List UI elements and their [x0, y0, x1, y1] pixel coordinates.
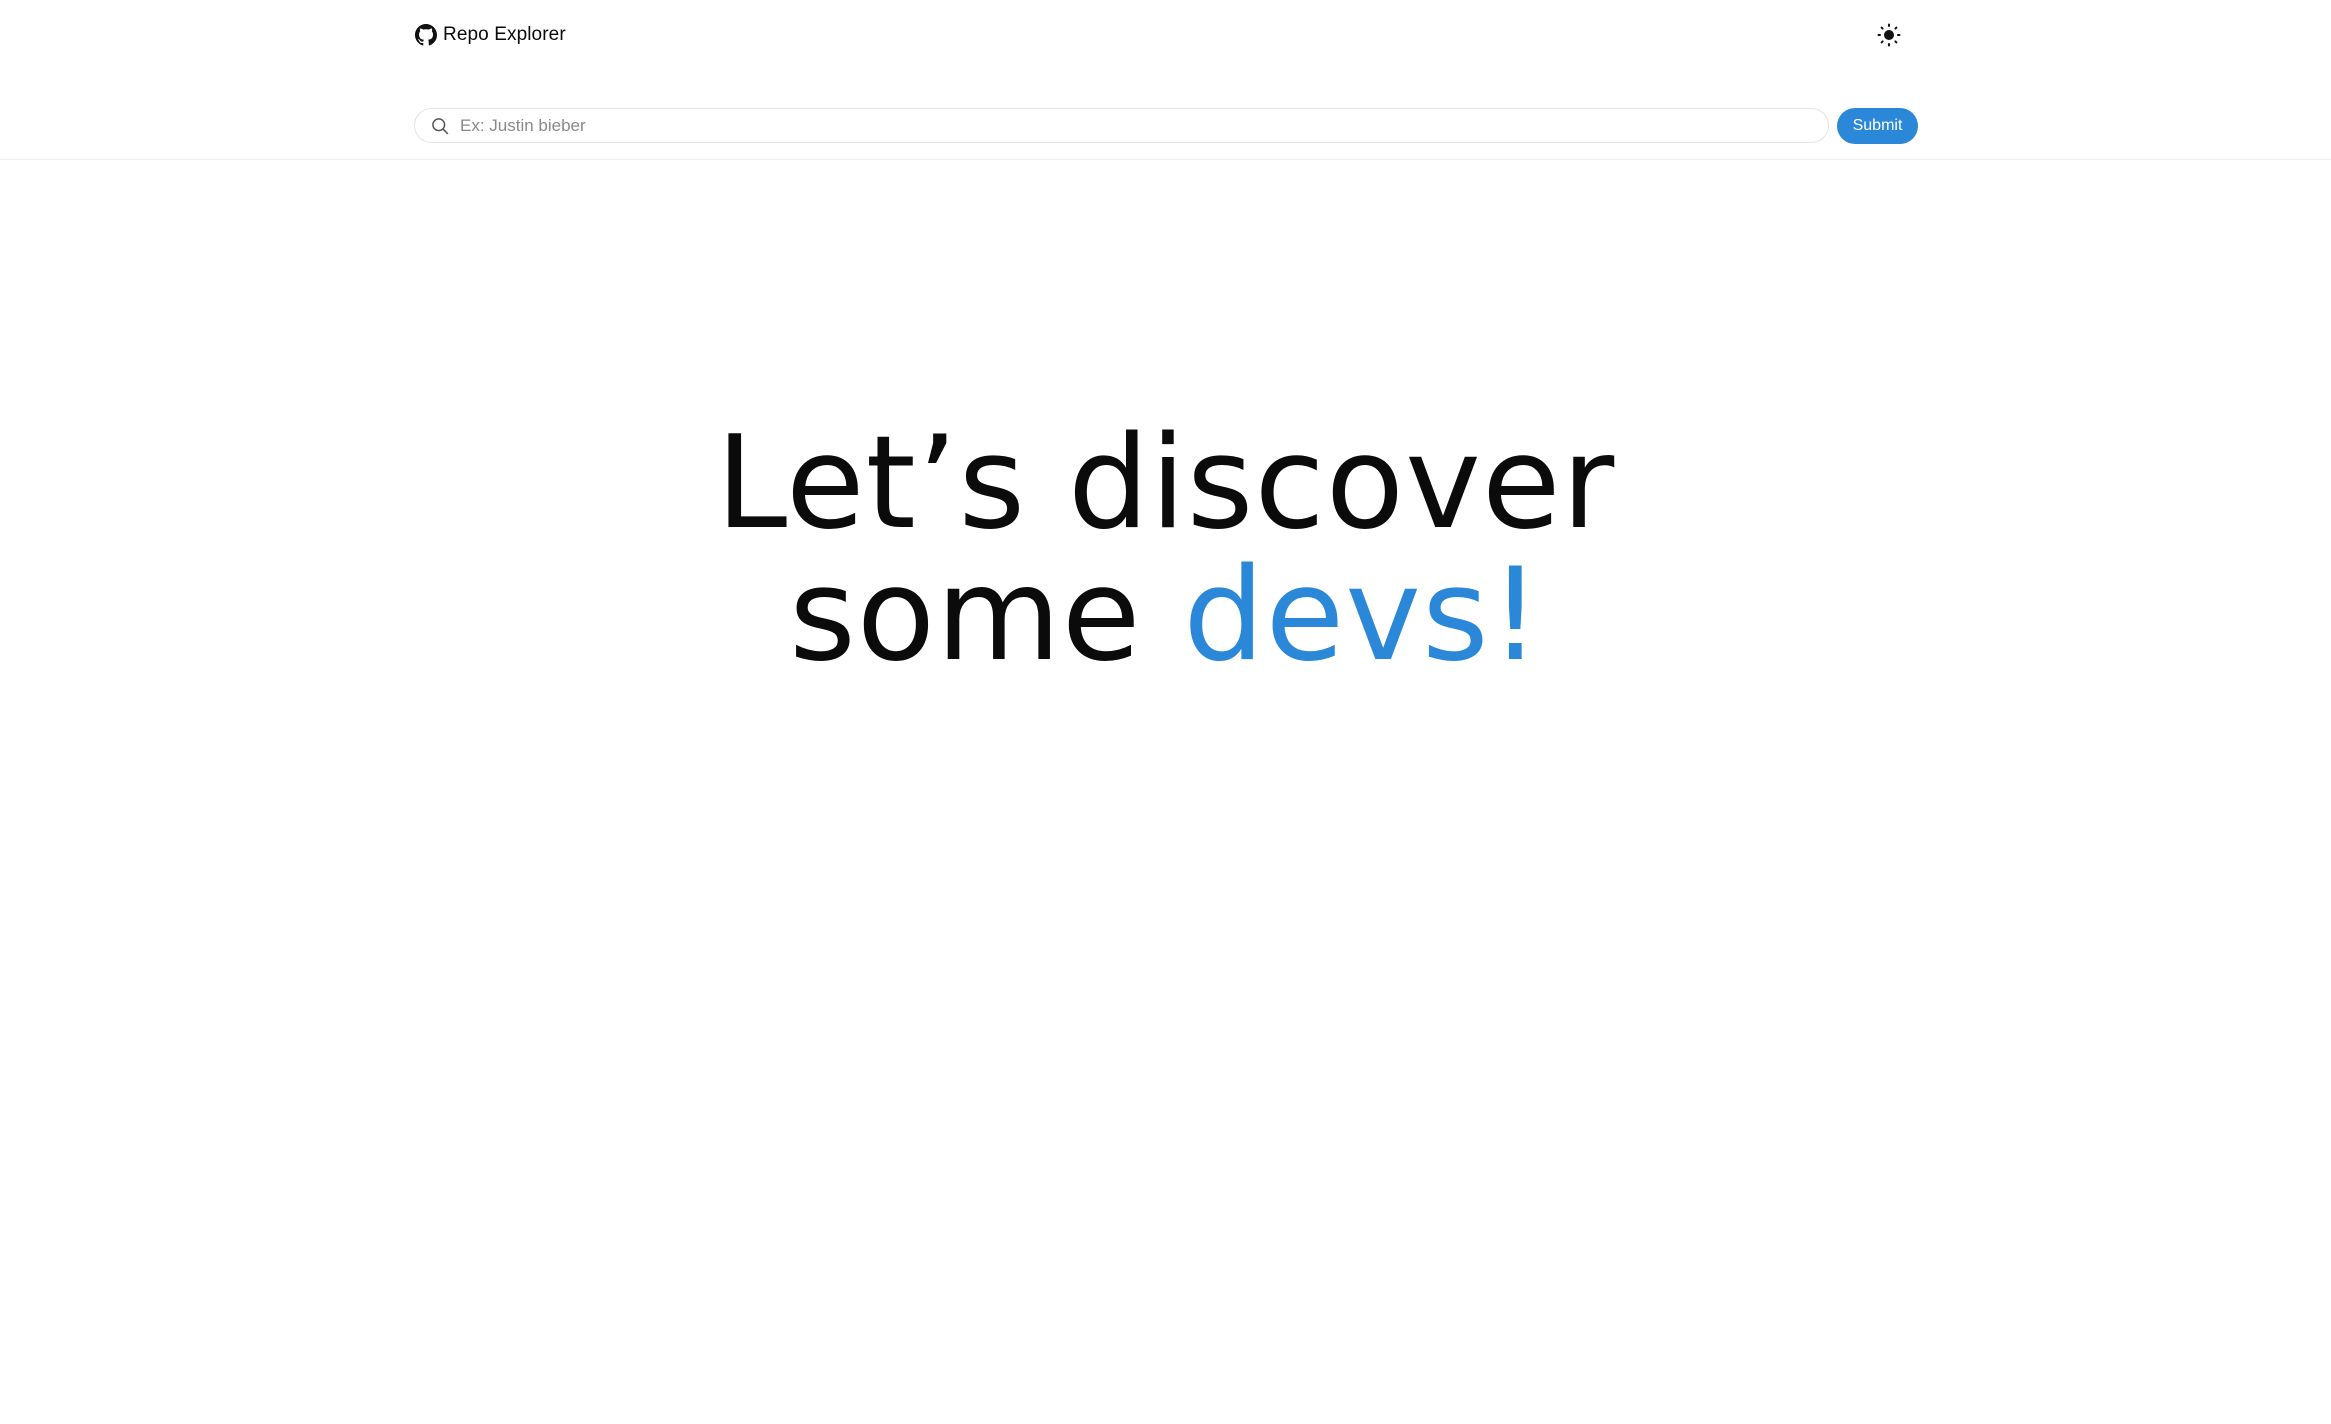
brand-link[interactable]: Repo Explorer: [415, 22, 566, 48]
github-icon: [415, 24, 437, 46]
hero-heading: Let’s discover some devs!: [0, 418, 2331, 682]
sun-icon: [1877, 23, 1901, 47]
top-bar: Repo Explorer Ex: Justin bieber Submit: [0, 0, 2331, 160]
hero-line-2: some devs!: [0, 550, 2331, 682]
page: Repo Explorer Ex: Justin bieber Submit L…: [0, 0, 2331, 1424]
submit-button[interactable]: Submit: [1837, 108, 1918, 144]
app-title: Repo Explorer: [443, 24, 566, 45]
hero-accent-text: devs!: [1183, 541, 1542, 690]
search-bar: [414, 108, 1829, 143]
theme-toggle-button[interactable]: [1874, 20, 1904, 50]
hero-line-2-text: some: [789, 541, 1184, 690]
hero-line-1: Let’s discover: [715, 409, 1616, 558]
search-icon: [432, 117, 449, 134]
search-input[interactable]: [460, 110, 1828, 141]
